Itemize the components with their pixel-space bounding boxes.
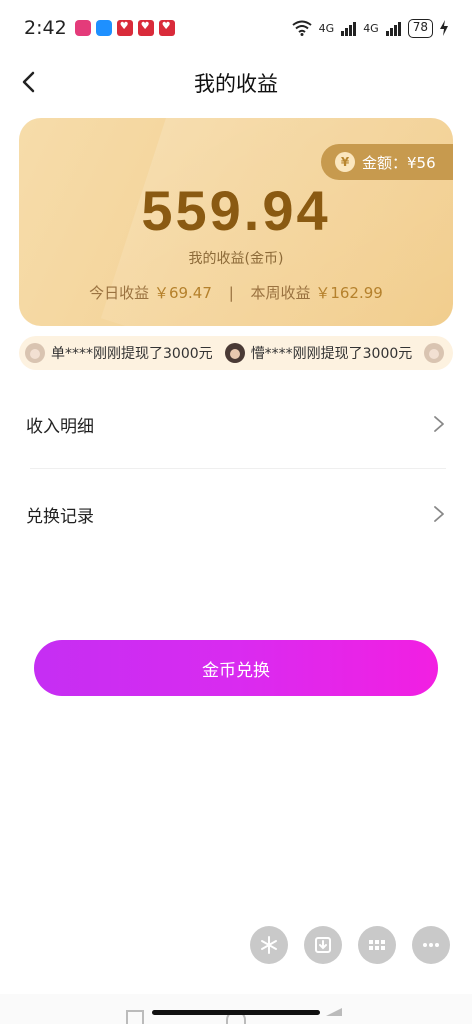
charging-icon <box>440 20 448 36</box>
download-tool-button[interactable] <box>304 926 342 964</box>
status-indicators: 4G 4G 78 <box>292 18 448 38</box>
ticker-text: 单****刚刚提现了3000元 <box>51 346 213 362</box>
page-header: 我的收益 <box>0 56 472 108</box>
ticker-text: 懵****刚刚提现了3000元 <box>250 346 413 362</box>
income-detail-label: 收入明细 <box>26 416 94 437</box>
sparkle-icon <box>261 936 277 954</box>
summary-separator: | <box>228 284 234 302</box>
exchange-record-label: 兑换记录 <box>26 506 94 527</box>
recents-icon[interactable] <box>126 1010 144 1024</box>
heart-app-icon <box>137 20 154 36</box>
heart-app-icon <box>158 20 175 36</box>
heart-app-icon <box>116 20 133 36</box>
total-earnings-label: 我的收益(金币) <box>188 251 284 267</box>
more-icon <box>423 943 439 947</box>
download-icon <box>315 937 331 953</box>
row-divider <box>30 468 446 469</box>
page-title: 我的收益 <box>194 72 278 96</box>
network-4g-label: 4G <box>318 21 335 35</box>
income-detail-row[interactable]: 收入明细 <box>0 380 472 468</box>
status-bar: 2:42 4G 4G 78 <box>0 0 472 56</box>
total-earnings-value: 559.94 <box>141 179 331 242</box>
ticker-item <box>424 343 445 363</box>
avatar <box>224 343 245 363</box>
battery-indicator: 78 <box>407 18 433 38</box>
chevron-right-icon <box>434 506 444 522</box>
earnings-summary: 今日收益 ￥69.47 | 本周收益 ￥162.99 <box>19 282 453 303</box>
chevron-right-icon <box>434 416 444 432</box>
floating-toolbar <box>250 926 450 964</box>
ticker-item: 懵****刚刚提现了3000元 <box>224 343 413 363</box>
signal-icon <box>341 20 357 36</box>
withdrawal-ticker: 单****刚刚提现了3000元 懵****刚刚提现了3000元 <box>19 336 453 370</box>
grid-icon <box>369 940 385 950</box>
system-nav-bar <box>0 994 472 1024</box>
signal-icon <box>385 20 401 36</box>
grid-tool-button[interactable] <box>358 926 396 964</box>
network-4g-label: 4G <box>363 21 379 35</box>
wifi-icon <box>292 20 312 36</box>
avatar <box>424 343 445 363</box>
amount-badge-label: 金额：¥56 <box>362 153 436 172</box>
earnings-card: ¥ 金额：¥56 559.94 我的收益(金币) 今日收益 ￥69.47 | 本… <box>19 118 453 326</box>
week-earnings-label: 本周收益 <box>250 284 311 302</box>
home-gesture-bar[interactable] <box>152 1010 320 1015</box>
amount-badge[interactable]: ¥ 金额：¥56 <box>321 144 453 180</box>
notification-icons <box>74 20 175 36</box>
ticker-item: 单****刚刚提现了3000元 <box>25 343 213 363</box>
week-earnings-value: ￥162.99 <box>315 284 383 302</box>
sparkle-tool-button[interactable] <box>250 926 288 964</box>
status-time: 2:42 <box>24 17 67 39</box>
message-notification-icon <box>95 20 112 36</box>
exchange-record-row[interactable]: 兑换记录 <box>0 470 472 558</box>
today-earnings-label: 今日收益 <box>89 284 150 302</box>
app-notification-icon <box>74 20 91 36</box>
yen-coin-icon: ¥ <box>335 152 355 172</box>
today-earnings-value: ￥69.47 <box>153 284 212 302</box>
back-nav-icon[interactable] <box>326 1008 342 1016</box>
coin-exchange-button[interactable]: 金币兑换 <box>34 640 438 696</box>
more-tool-button[interactable] <box>412 926 450 964</box>
avatar <box>25 343 45 363</box>
